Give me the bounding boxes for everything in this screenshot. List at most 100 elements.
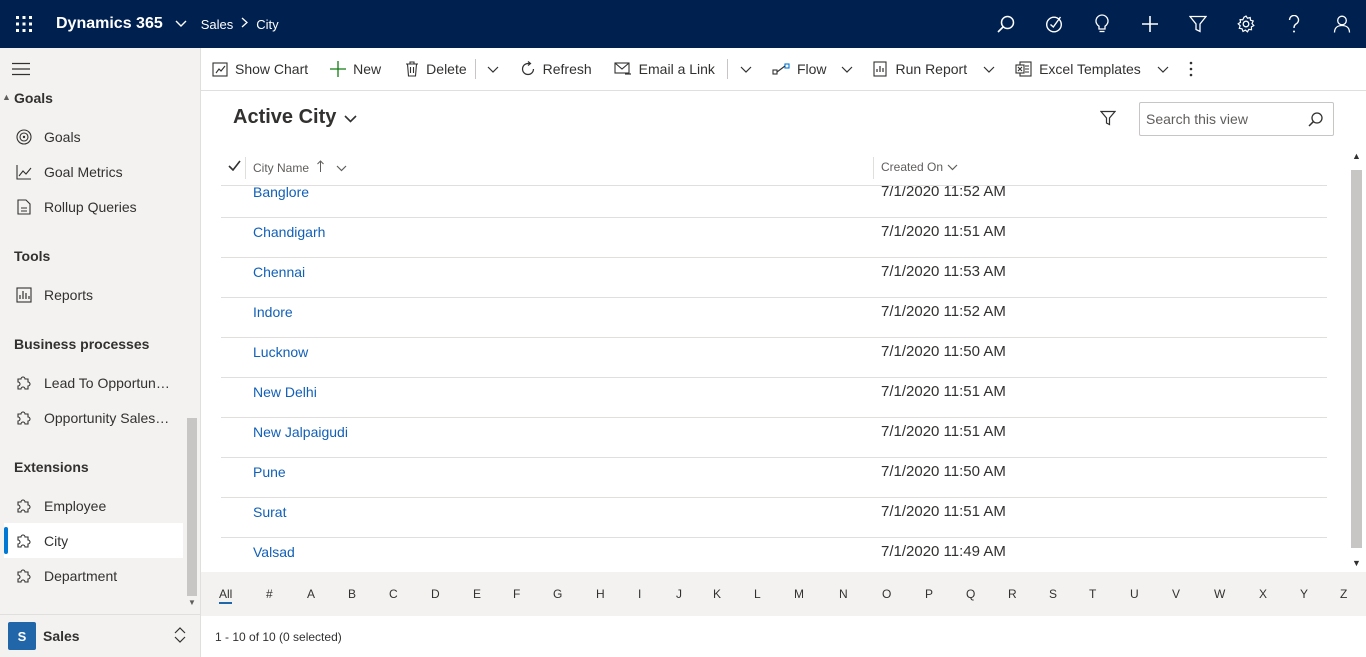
- jump-k[interactable]: K: [713, 587, 721, 601]
- sidebar-item-goals[interactable]: Goals: [4, 119, 183, 154]
- filter-icon[interactable]: [1099, 110, 1117, 131]
- jump-u[interactable]: U: [1130, 587, 1139, 601]
- jump-z[interactable]: Z: [1340, 587, 1347, 601]
- jump-s[interactable]: S: [1049, 587, 1057, 601]
- jump-all[interactable]: All: [219, 587, 233, 604]
- jump-a[interactable]: A: [307, 587, 315, 601]
- jump-o[interactable]: O: [882, 587, 891, 601]
- jump-t[interactable]: T: [1089, 587, 1096, 601]
- column-header-city-name[interactable]: City Name: [253, 160, 347, 175]
- sidebar-item-city[interactable]: City: [4, 523, 183, 558]
- jump-q[interactable]: Q: [966, 587, 975, 601]
- jump-l[interactable]: L: [754, 587, 761, 601]
- search-icon[interactable]: [982, 0, 1030, 48]
- table-row[interactable]: Chandigarh 7/1/2020 11:51 AM: [221, 218, 1327, 258]
- jump-j[interactable]: J: [676, 587, 682, 601]
- scroll-up-icon[interactable]: ▲: [1352, 151, 1361, 161]
- jump-w[interactable]: W: [1214, 587, 1225, 601]
- grid-scrollbar[interactable]: ▲ ▼: [1348, 150, 1365, 572]
- search-icon[interactable]: [1308, 112, 1323, 132]
- jump-v[interactable]: V: [1172, 587, 1180, 601]
- show-chart-button[interactable]: Show Chart: [201, 48, 316, 91]
- refresh-button[interactable]: Refresh: [510, 48, 600, 91]
- run-report-chevron[interactable]: [975, 48, 1003, 91]
- city-link[interactable]: Indore: [253, 304, 293, 320]
- jump-d[interactable]: D: [431, 587, 440, 601]
- sidebar-item-rollup-queries[interactable]: Rollup Queries: [4, 189, 183, 224]
- jump-r[interactable]: R: [1008, 587, 1017, 601]
- city-link[interactable]: Pune: [253, 464, 286, 480]
- scroll-down-icon[interactable]: ▼: [188, 598, 196, 607]
- jump-x[interactable]: X: [1259, 587, 1267, 601]
- up-down-chevron-icon[interactable]: [174, 627, 186, 648]
- jump-p[interactable]: P: [925, 587, 933, 601]
- table-row[interactable]: New Jalpaigudi 7/1/2020 11:51 AM: [221, 418, 1327, 458]
- chevron-down-icon[interactable]: [336, 161, 347, 175]
- sidebar-item-opportunity-sales[interactable]: Opportunity Sales Process: [4, 400, 183, 435]
- table-row[interactable]: Pune 7/1/2020 11:50 AM: [221, 458, 1327, 498]
- sidebar-scroll-thumb[interactable]: [187, 418, 197, 596]
- help-icon[interactable]: [1270, 0, 1318, 48]
- group-title-goals[interactable]: Goals: [14, 90, 53, 106]
- city-link[interactable]: Banglore: [253, 186, 309, 200]
- city-link[interactable]: Surat: [253, 504, 286, 520]
- jump-f[interactable]: F: [513, 587, 520, 601]
- more-commands-icon[interactable]: [1177, 48, 1205, 91]
- area-switcher[interactable]: S Sales: [0, 614, 200, 657]
- view-selector[interactable]: Active City: [233, 106, 357, 129]
- table-row[interactable]: Indore 7/1/2020 11:52 AM: [221, 298, 1327, 338]
- chevron-down-icon[interactable]: [175, 15, 187, 33]
- group-title-extensions[interactable]: Extensions: [14, 459, 89, 475]
- city-link[interactable]: New Jalpaigudi: [253, 424, 348, 440]
- jump-e[interactable]: E: [473, 587, 481, 601]
- table-row[interactable]: Banglore 7/1/2020 11:52 AM: [221, 186, 1327, 218]
- table-row[interactable]: Lucknow 7/1/2020 11:50 AM: [221, 338, 1327, 378]
- run-report-button[interactable]: Run Report: [859, 48, 976, 91]
- filter-icon[interactable]: [1174, 0, 1222, 48]
- collapse-group-icon[interactable]: ▲: [2, 92, 11, 102]
- flow-chevron[interactable]: [835, 48, 859, 91]
- jump-y[interactable]: Y: [1300, 587, 1308, 601]
- jump-g[interactable]: G: [553, 587, 562, 601]
- app-title[interactable]: Dynamics 365: [56, 15, 163, 33]
- table-row[interactable]: Chennai 7/1/2020 11:53 AM: [221, 258, 1327, 298]
- breadcrumb-entity[interactable]: City: [256, 17, 278, 32]
- excel-templates-button[interactable]: Excel Templates: [1003, 48, 1149, 91]
- email-link-button[interactable]: Email a Link: [600, 48, 723, 91]
- app-launcher-icon[interactable]: [0, 0, 48, 48]
- scroll-down-icon[interactable]: ▼: [1352, 558, 1361, 568]
- jump-h[interactable]: H: [596, 587, 605, 601]
- sidebar-item-lead-to-opportunity[interactable]: Lead To Opportunity Sales Process: [4, 365, 183, 400]
- jump-n[interactable]: N: [839, 587, 848, 601]
- group-title-tools[interactable]: Tools: [14, 248, 50, 264]
- select-all-checkmark-icon[interactable]: [228, 160, 241, 174]
- excel-templates-chevron[interactable]: [1149, 48, 1177, 91]
- chevron-down-icon[interactable]: [947, 160, 958, 174]
- city-link[interactable]: Valsad: [253, 544, 295, 560]
- city-link[interactable]: New Delhi: [253, 384, 317, 400]
- lightbulb-icon[interactable]: [1078, 0, 1126, 48]
- assistant-icon[interactable]: [1030, 0, 1078, 48]
- jump-hash[interactable]: #: [266, 587, 273, 601]
- jump-m[interactable]: M: [794, 587, 804, 601]
- jump-c[interactable]: C: [389, 587, 398, 601]
- delete-button[interactable]: Delete: [389, 48, 474, 91]
- search-input[interactable]: [1140, 103, 1300, 135]
- gear-icon[interactable]: [1222, 0, 1270, 48]
- more-email-chevron[interactable]: [728, 48, 764, 91]
- city-link[interactable]: Lucknow: [253, 344, 308, 360]
- city-link[interactable]: Chandigarh: [253, 224, 325, 240]
- column-header-created-on[interactable]: Created On: [881, 160, 958, 174]
- jump-i[interactable]: I: [638, 587, 641, 601]
- breadcrumb-area[interactable]: Sales: [201, 17, 234, 32]
- sidebar-item-department[interactable]: Department: [4, 558, 183, 593]
- sidebar-item-reports[interactable]: Reports: [4, 277, 183, 312]
- table-row[interactable]: Valsad 7/1/2020 11:49 AM: [221, 538, 1327, 572]
- jump-b[interactable]: B: [348, 587, 356, 601]
- search-box[interactable]: [1139, 102, 1334, 136]
- sidebar-item-employee[interactable]: Employee: [4, 488, 183, 523]
- sidebar-item-goal-metrics[interactable]: Goal Metrics: [4, 154, 183, 189]
- more-delete-chevron[interactable]: [476, 48, 510, 91]
- flow-button[interactable]: Flow: [764, 48, 835, 91]
- grid-scroll-thumb[interactable]: [1351, 170, 1362, 548]
